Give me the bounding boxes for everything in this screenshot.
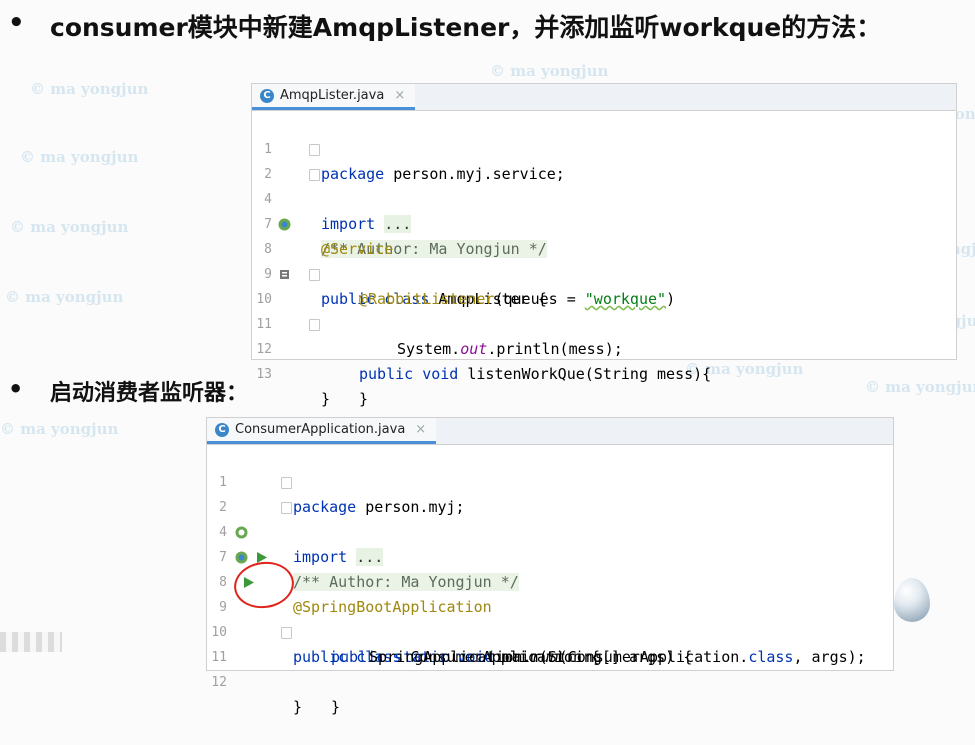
editor-tab-bar: C ConsumerApplication.java × xyxy=(207,418,893,445)
listener-icon[interactable] xyxy=(278,268,291,281)
code-editor-consumerapplication: C ConsumerApplication.java × 1 package p… xyxy=(206,417,894,716)
fold-icon[interactable] xyxy=(309,169,320,181)
fold-icon[interactable] xyxy=(281,627,292,639)
watermark: © ma yongjun xyxy=(5,288,124,306)
watermark: © ma yongjun xyxy=(490,62,609,80)
fold-icon[interactable] xyxy=(281,477,292,489)
spring-boot-icon[interactable] xyxy=(235,526,248,539)
heading-2-text: 启动消费者监听器： xyxy=(50,381,249,406)
watermark: © ma yongjun xyxy=(20,148,139,166)
line-number: 12 xyxy=(211,675,227,690)
code-line: 4 /** Author: Ma Yongjun */ xyxy=(252,162,956,258)
close-icon[interactable]: × xyxy=(394,88,405,103)
bullet-dot: • xyxy=(8,8,25,38)
editor-tab-bar: C AmqpLister.java × xyxy=(252,84,956,111)
code-line: 11 } xyxy=(207,620,893,716)
tab-filename: ConsumerApplication.java xyxy=(235,422,406,437)
heading-2: • 启动消费者监听器： xyxy=(8,375,508,407)
code-line: 1 package person.myj; xyxy=(207,445,893,516)
watermark: © ma yongjun xyxy=(10,218,129,236)
heading-1-text: consumer模块中新建AmqpListener，并添加监听workque的方… xyxy=(50,13,882,42)
code-line: 2 import ... xyxy=(207,470,893,566)
watermark: © ma yongjun xyxy=(30,80,149,98)
spring-bean-icon[interactable] xyxy=(235,551,248,564)
code-editor-amqplister: C AmqpLister.java × 1 package person.myj… xyxy=(251,83,957,408)
code-text: } xyxy=(331,698,341,716)
code-line: 12 } xyxy=(252,312,956,408)
fold-icon[interactable] xyxy=(309,319,320,331)
tab-consumerapplication-java[interactable]: C ConsumerApplication.java × xyxy=(207,418,437,444)
bullet-dot: • xyxy=(8,375,24,403)
close-icon[interactable]: × xyxy=(415,422,426,437)
java-class-icon: C xyxy=(260,88,274,103)
code-line: 9 public static void main(String[] args)… xyxy=(207,570,893,666)
code-line: 11 System.out.println(mess); xyxy=(252,287,956,358)
code-line: 13 } xyxy=(252,337,956,408)
watermark: © ma yongjun xyxy=(0,420,119,438)
code-line: 9 @RabbitListener(queues = "workque") xyxy=(252,237,956,308)
code-area[interactable]: 1 package person.myj; 2 import ... 4 /**… xyxy=(207,445,893,716)
code-line: 12 } xyxy=(207,645,893,716)
code-line: 1 package person.myj.service; xyxy=(252,112,956,183)
code-text: } xyxy=(293,698,303,716)
code-line: 2 import ... xyxy=(252,137,956,233)
code-line: 8 public class AmqpLister { xyxy=(252,212,956,308)
water-drop-decoration xyxy=(894,578,930,622)
watermark: © ma yongjun xyxy=(865,378,975,396)
decorative-noise xyxy=(0,632,62,652)
code-line: 10 SpringApplication.run(ConsumerApplica… xyxy=(207,595,893,666)
fold-icon[interactable] xyxy=(281,502,292,514)
code-line: 10 public void listenWorkQue(String mess… xyxy=(252,262,956,383)
tab-filename: AmqpLister.java xyxy=(280,88,385,103)
fold-icon[interactable] xyxy=(309,269,320,281)
fold-icon[interactable] xyxy=(309,144,320,156)
code-line: 4 /** Author: Ma Yongjun */ xyxy=(207,495,893,591)
tab-amqplister-java[interactable]: C AmqpLister.java × xyxy=(252,84,416,110)
code-line: 7 @SpringBootApplication xyxy=(207,520,893,616)
code-line: 8 public class ConsumerApplication { xyxy=(207,545,893,666)
java-class-icon: C xyxy=(215,422,229,437)
code-area[interactable]: 1 package person.myj.service; 2 import .… xyxy=(252,111,956,408)
spring-bean-icon[interactable] xyxy=(278,218,291,231)
code-line: 7 @Service xyxy=(252,187,956,258)
heading-1: • consumer模块中新建AmqpListener，并添加监听workque… xyxy=(8,8,968,44)
